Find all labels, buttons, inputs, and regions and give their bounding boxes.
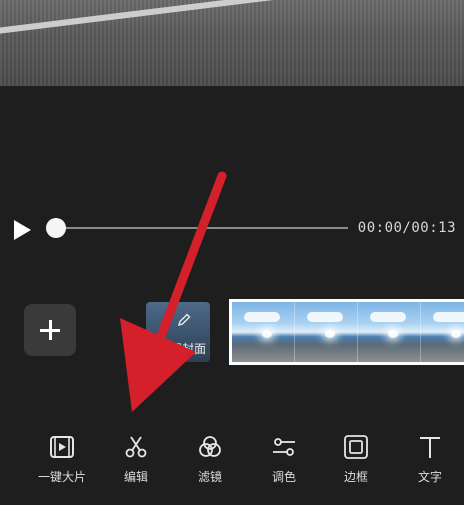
- clip-frame: [295, 302, 358, 362]
- clip-frame: [232, 302, 295, 362]
- tool-label: 文字: [417, 470, 442, 484]
- pencil-icon: [177, 313, 191, 327]
- tool-label: 一键大片: [37, 470, 86, 484]
- frame-border-icon: [344, 435, 368, 459]
- plus-icon-stroke: [49, 320, 52, 340]
- tool-label: 调色: [271, 470, 296, 484]
- tool-filter[interactable]: 滤镜: [178, 430, 242, 490]
- timeline: 设置封面: [0, 296, 464, 370]
- tool-label: 编辑: [123, 470, 148, 484]
- add-clip-button[interactable]: [24, 304, 76, 356]
- play-button[interactable]: [10, 218, 34, 242]
- clip-frame: [421, 302, 464, 362]
- film-sparkle-icon: [50, 436, 74, 458]
- scissors-icon: [125, 436, 147, 458]
- clip-frame: [358, 302, 421, 362]
- edit-toolbar: 一键大片 编辑 滤镜 调色 边框 文字: [0, 430, 464, 490]
- tool-text[interactable]: 文字: [398, 430, 462, 490]
- play-icon: [14, 220, 31, 240]
- preview-texture: [0, 0, 464, 86]
- tool-border[interactable]: 边框: [324, 430, 388, 490]
- time-readout: 00:00/00:13: [357, 220, 456, 236]
- filter-circles-icon: [199, 436, 221, 457]
- player-controls: 00:00/00:13: [0, 208, 464, 248]
- video-clip[interactable]: [229, 299, 464, 365]
- video-preview[interactable]: [0, 0, 464, 86]
- tool-one-click-blockbuster[interactable]: 一键大片: [30, 430, 94, 490]
- tool-label: 边框: [343, 470, 368, 484]
- tool-color-adjust[interactable]: 调色: [252, 430, 316, 490]
- tool-edit[interactable]: 编辑: [104, 430, 168, 490]
- set-cover-button[interactable]: 设置封面: [146, 302, 210, 362]
- tool-label: 滤镜: [197, 470, 222, 484]
- text-icon: [420, 437, 440, 458]
- cover-label: 设置封面: [158, 342, 207, 356]
- adjust-sliders-icon: [273, 438, 295, 456]
- scrubber-track[interactable]: [56, 227, 348, 229]
- scrubber-handle[interactable]: [46, 218, 66, 238]
